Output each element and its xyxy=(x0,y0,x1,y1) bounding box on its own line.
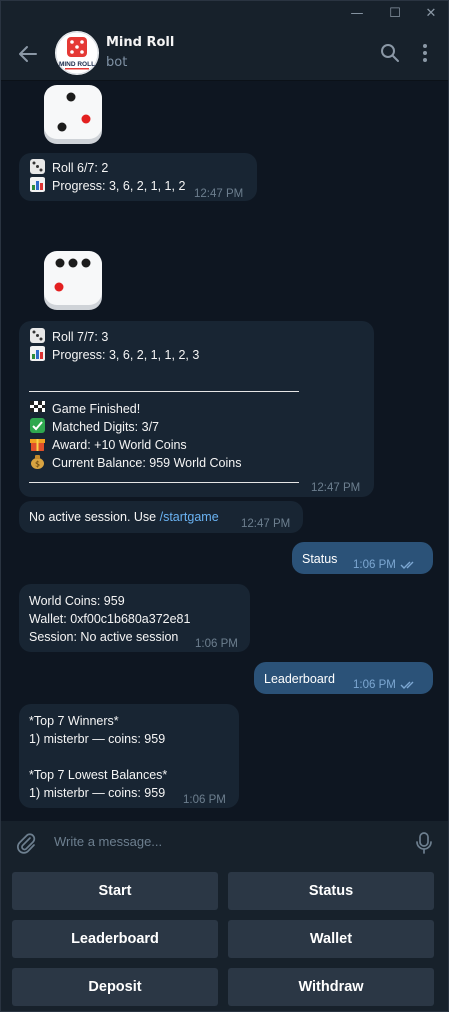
dice-sticker xyxy=(44,251,102,310)
minimize-button[interactable]: — xyxy=(346,4,368,24)
dice-icon xyxy=(30,159,45,174)
outgoing-text: Leaderboard xyxy=(264,672,335,686)
chart-icon xyxy=(30,346,45,361)
message-leaderboard-reply: *Top 7 Winners* 1) misterbr — coins: 959… xyxy=(19,704,239,808)
status-button[interactable]: Status xyxy=(228,872,434,910)
microphone-icon[interactable] xyxy=(413,831,435,855)
message-time: 1:06 PM xyxy=(353,676,418,694)
close-window-button[interactable]: ✕ xyxy=(420,4,442,24)
maximize-button[interactable]: ☐ xyxy=(384,4,406,24)
progress-line: Progress: 3, 6, 2, 1, 1, 2 xyxy=(29,177,185,195)
wallet-button[interactable]: Wallet xyxy=(228,920,434,958)
message-time: 12:47 PM xyxy=(241,518,291,530)
window-title-bar: — ☐ ✕ xyxy=(1,1,448,27)
message-status-reply: World Coins: 959 Wallet: 0xf00c1b680a372… xyxy=(19,584,250,652)
roll-line: Roll 6/7: 2 xyxy=(29,159,185,177)
avatar[interactable]: MIND ROLL xyxy=(55,31,99,75)
leaderboard-button[interactable]: Leaderboard xyxy=(12,920,218,958)
message-no-session: No active session. Use /startgame 12:47 … xyxy=(19,501,303,533)
award-line: Award: +10 World Coins xyxy=(29,436,241,454)
search-icon[interactable] xyxy=(378,41,402,65)
more-vertical-icon[interactable] xyxy=(413,41,437,65)
coins-line: World Coins: 959 xyxy=(29,594,125,608)
checkered-flag-icon xyxy=(30,401,45,412)
message-time: 1:06 PM xyxy=(195,638,238,650)
message-time: 12:47 PM xyxy=(194,188,244,200)
svg-text:$: $ xyxy=(35,460,40,469)
back-arrow-icon[interactable] xyxy=(15,41,41,67)
message-time: 1:06 PM xyxy=(183,794,226,806)
start-button[interactable]: Start xyxy=(12,872,218,910)
paperclip-icon[interactable] xyxy=(15,832,37,854)
outgoing-leaderboard-message: Leaderboard 1:06 PM xyxy=(254,662,433,694)
lowest-balances-title: *Top 7 Lowest Balances* xyxy=(29,768,168,782)
chat-header: MIND ROLL Mind Roll bot xyxy=(1,27,448,81)
bot-keyboard: Start Status Leaderboard Wallet Deposit … xyxy=(1,865,448,1011)
dice-icon xyxy=(30,328,45,343)
top-winner-row: 1) misterbr — coins: 959 xyxy=(29,732,166,746)
session-line: Session: No active session xyxy=(29,630,179,644)
message-time: 1:06 PM xyxy=(353,556,418,574)
message-time: 12:47 PM xyxy=(311,482,361,494)
gift-icon xyxy=(30,439,45,451)
wallet-line: Wallet: 0xf00c1b680a372e81 xyxy=(29,612,191,626)
mind-roll-logo: MIND ROLL xyxy=(55,31,99,75)
no-session-line: No active session. Use /startgame xyxy=(29,510,219,524)
top-winners-title: *Top 7 Winners* xyxy=(29,714,119,728)
telegram-window: — ☐ ✕ MIND ROLL Mind Roll bot Roll 6/7: … xyxy=(0,0,449,1012)
message-roll-6: Roll 6/7: 2 Progress: 3, 6, 2, 1, 1, 2 1… xyxy=(19,153,257,201)
withdraw-button[interactable]: Withdraw xyxy=(228,968,434,1006)
money-bag-icon: $ xyxy=(31,455,44,469)
lowest-balance-row: 1) misterbr — coins: 959 xyxy=(29,786,166,800)
double-check-icon xyxy=(400,681,414,689)
matched-line: Matched Digits: 3/7 xyxy=(29,418,241,436)
double-check-icon xyxy=(400,561,414,569)
divider xyxy=(29,482,299,483)
balance-line: $ Current Balance: 959 World Coins xyxy=(29,454,241,472)
outgoing-text: Status xyxy=(302,552,338,566)
deposit-button[interactable]: Deposit xyxy=(12,968,218,1006)
check-mark-icon xyxy=(30,418,45,433)
startgame-command-link[interactable]: /startgame xyxy=(160,510,219,524)
progress-line: Progress: 3, 6, 2, 1, 1, 2, 3 xyxy=(29,346,199,364)
outgoing-status-message: Status 1:06 PM xyxy=(292,542,433,574)
message-roll-7: Roll 7/7: 3 Progress: 3, 6, 2, 1, 1, 2, … xyxy=(19,321,374,497)
divider xyxy=(29,391,299,392)
svg-text:MIND ROLL: MIND ROLL xyxy=(59,61,95,68)
chart-icon xyxy=(30,177,45,192)
chat-title[interactable]: Mind Roll xyxy=(106,35,174,50)
chat-subtitle: bot xyxy=(106,55,128,70)
message-input[interactable]: Write a message... xyxy=(54,834,162,849)
finished-line: Game Finished! xyxy=(29,400,241,418)
roll-line: Roll 7/7: 3 xyxy=(29,328,199,346)
dice-sticker xyxy=(44,85,102,144)
message-composer: Write a message... xyxy=(1,821,448,865)
